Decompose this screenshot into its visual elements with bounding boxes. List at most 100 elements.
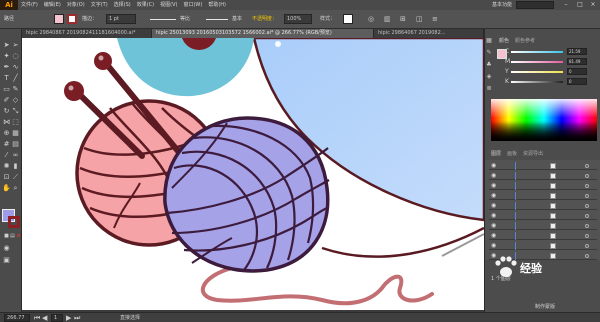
curvature-tool-icon[interactable]: ∿ bbox=[11, 63, 20, 72]
target-circle-icon[interactable] bbox=[585, 224, 589, 228]
zoom-field[interactable]: 266.77 bbox=[4, 314, 30, 322]
gradient-tool-icon[interactable]: ▤ bbox=[11, 140, 20, 149]
layer-row[interactable]: ◉ bbox=[489, 202, 597, 210]
menu-effect[interactable]: 效果(C) bbox=[134, 0, 157, 10]
menu-edit[interactable]: 编辑(E) bbox=[41, 0, 64, 10]
fill-swatch[interactable] bbox=[54, 14, 64, 24]
perspective-grid-tool-icon[interactable]: ▦ bbox=[11, 129, 20, 138]
line-tool-icon[interactable]: ╱ bbox=[11, 74, 20, 83]
swatches-icon[interactable]: ▦ bbox=[485, 37, 493, 45]
tab-asset-export[interactable]: 资源导出 bbox=[523, 150, 543, 158]
menu-view[interactable]: 视图(V) bbox=[157, 0, 180, 10]
shape-builder-tool-icon[interactable]: ⊕ bbox=[2, 129, 11, 138]
type-tool-icon[interactable]: T bbox=[2, 74, 11, 83]
eyedropper-tool-icon[interactable]: ⁄ bbox=[2, 151, 11, 160]
menu-object[interactable]: 对象(O) bbox=[64, 0, 88, 10]
profile-label[interactable]: 等比 bbox=[180, 13, 190, 25]
target-circle-icon[interactable] bbox=[585, 204, 589, 208]
slider-k-value[interactable]: 0 bbox=[567, 78, 587, 85]
scale-tool-icon[interactable]: ⤡ bbox=[11, 107, 20, 116]
stroke-color-swatch[interactable] bbox=[8, 216, 20, 228]
symbols-icon[interactable]: ♣ bbox=[485, 61, 493, 69]
eraser-tool-icon[interactable]: ◇ bbox=[11, 96, 20, 105]
isolate-icon[interactable]: ◫ bbox=[416, 13, 423, 25]
layer-row[interactable]: ◉ bbox=[489, 242, 597, 250]
layer-row[interactable]: ◉ bbox=[489, 172, 597, 180]
search-input[interactable] bbox=[516, 1, 554, 9]
slider-m-value[interactable]: 81.49 bbox=[567, 58, 587, 65]
next-page-icon[interactable]: ▶ bbox=[66, 313, 71, 322]
slider-y-value[interactable]: 0 bbox=[567, 68, 587, 75]
visibility-eye-icon[interactable]: ◉ bbox=[491, 203, 496, 209]
blend-tool-icon[interactable]: ∞ bbox=[11, 151, 20, 160]
artboard-canvas[interactable] bbox=[22, 38, 484, 310]
hand-tool-icon[interactable]: ✋ bbox=[2, 184, 11, 193]
slider-c[interactable]: C 21.59 bbox=[505, 48, 591, 55]
target-circle-icon[interactable] bbox=[585, 214, 589, 218]
align-icon[interactable]: ▥ bbox=[384, 13, 391, 25]
slider-c-value[interactable]: 21.59 bbox=[567, 48, 587, 55]
magic-wand-tool-icon[interactable]: ✦ bbox=[2, 52, 11, 61]
layer-row[interactable]: ◉ bbox=[489, 232, 597, 240]
menu-type[interactable]: 文字(T) bbox=[88, 0, 111, 10]
make-clipping-mask-label[interactable]: 制作蒙版 bbox=[535, 303, 555, 311]
target-circle-icon[interactable] bbox=[585, 164, 589, 168]
draw-mode-icon[interactable]: ◉ bbox=[2, 244, 11, 253]
tab-color[interactable]: 颜色 bbox=[499, 37, 509, 45]
opacity-dropdown[interactable]: 100% bbox=[284, 14, 312, 24]
layer-row[interactable]: ◉ bbox=[489, 182, 597, 190]
stroke-weight-dropdown[interactable]: 1 pt bbox=[106, 14, 136, 24]
visibility-eye-icon[interactable]: ◉ bbox=[491, 213, 496, 219]
recolor-icon[interactable]: ◎ bbox=[368, 13, 374, 25]
layer-row[interactable]: ◉ bbox=[489, 162, 597, 170]
tab-artboards[interactable]: 画板 bbox=[507, 150, 517, 158]
tab-document-2[interactable]: hipic 25013093 20160503103572 1566002.ai… bbox=[152, 29, 374, 38]
menu-file[interactable]: 文件(F) bbox=[18, 0, 41, 10]
style-swatch[interactable] bbox=[343, 14, 353, 24]
tab-color-guide[interactable]: 颜色参考 bbox=[515, 37, 535, 45]
color-spectrum[interactable] bbox=[491, 99, 597, 141]
slice-tool-icon[interactable]: ⟋ bbox=[11, 173, 20, 182]
stroke-swatch[interactable] bbox=[67, 14, 77, 24]
slider-k[interactable]: K 0 bbox=[505, 78, 591, 85]
mesh-tool-icon[interactable]: # bbox=[2, 140, 11, 149]
target-circle-icon[interactable] bbox=[585, 244, 589, 248]
zoom-tool-icon[interactable]: ⌕ bbox=[11, 184, 20, 193]
shaper-tool-icon[interactable]: ✐ bbox=[2, 96, 11, 105]
graphic-styles-icon[interactable]: ◈ bbox=[485, 73, 493, 81]
close-icon[interactable]: × bbox=[587, 0, 599, 10]
graph-tool-icon[interactable]: ▮ bbox=[11, 162, 20, 171]
selection-tool-icon[interactable]: ➤ bbox=[2, 41, 11, 50]
lasso-tool-icon[interactable]: ◌ bbox=[11, 52, 20, 61]
direct-selection-tool-icon[interactable]: ➢ bbox=[11, 41, 20, 50]
menu-select[interactable]: 选择(S) bbox=[111, 0, 134, 10]
visibility-eye-icon[interactable]: ◉ bbox=[491, 163, 496, 169]
layer-row[interactable]: ◉ bbox=[489, 192, 597, 200]
width-tool-icon[interactable]: ⋈ bbox=[2, 118, 11, 127]
visibility-eye-icon[interactable]: ◉ bbox=[491, 233, 496, 239]
visibility-eye-icon[interactable]: ◉ bbox=[491, 183, 496, 189]
brushes-icon[interactable]: ✎ bbox=[485, 49, 493, 57]
tab-layers[interactable]: 图层 bbox=[491, 150, 501, 158]
visibility-eye-icon[interactable]: ◉ bbox=[491, 223, 496, 229]
prev-page-icon[interactable]: ◀ bbox=[42, 313, 47, 322]
opacity-label[interactable]: 不透明度： bbox=[252, 13, 277, 25]
free-transform-tool-icon[interactable]: ⬚ bbox=[11, 118, 20, 127]
minimize-icon[interactable]: – bbox=[560, 0, 572, 10]
tab-document-1[interactable]: hipic 29840867 2019082411181604000.ai* bbox=[22, 29, 152, 38]
menu-window[interactable]: 窗口(W) bbox=[180, 0, 205, 10]
last-page-icon[interactable]: ⏭ bbox=[74, 313, 80, 322]
target-circle-icon[interactable] bbox=[585, 184, 589, 188]
visibility-eye-icon[interactable]: ◉ bbox=[491, 173, 496, 179]
pen-tool-icon[interactable]: ✒ bbox=[2, 63, 11, 72]
target-circle-icon[interactable] bbox=[585, 174, 589, 178]
menu-help[interactable]: 帮助(H) bbox=[205, 0, 229, 10]
maximize-icon[interactable]: □ bbox=[574, 0, 586, 10]
brush-label[interactable]: 基本 bbox=[232, 13, 242, 25]
layer-row[interactable]: ◉ bbox=[489, 222, 597, 230]
properties-icon[interactable]: ≣ bbox=[485, 85, 493, 93]
visibility-eye-icon[interactable]: ◉ bbox=[491, 243, 496, 249]
rectangle-tool-icon[interactable]: ▭ bbox=[2, 85, 11, 94]
slider-m[interactable]: M 81.49 bbox=[505, 58, 591, 65]
visibility-eye-icon[interactable]: ◉ bbox=[491, 193, 496, 199]
